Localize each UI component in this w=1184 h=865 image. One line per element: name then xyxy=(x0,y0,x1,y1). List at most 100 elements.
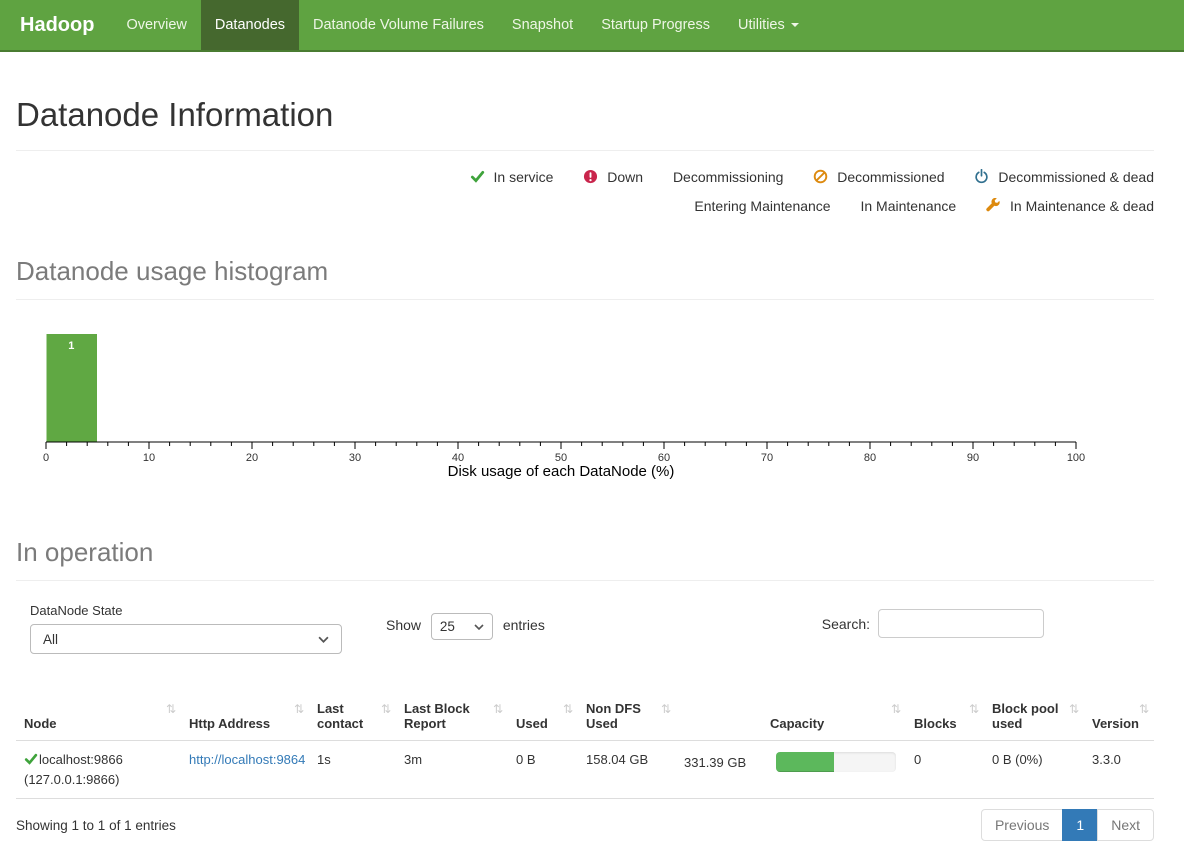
nav-item-startup-progress[interactable]: Startup Progress xyxy=(587,0,724,50)
svg-text:Disk usage of each DataNode (%: Disk usage of each DataNode (%) xyxy=(448,463,675,480)
block-pool-used-cell: 0 B (0%) xyxy=(984,741,1084,799)
nav-label: Datanodes xyxy=(215,17,285,33)
search-label: Search: xyxy=(822,616,870,632)
capacity-usage-bar xyxy=(776,752,896,772)
nav-item-datanode-volume-failures[interactable]: Datanode Volume Failures xyxy=(299,0,498,50)
nav-item-snapshot[interactable]: Snapshot xyxy=(498,0,587,50)
svg-text:30: 30 xyxy=(349,452,361,464)
table-header-row: Node⇅ Http Address⇅ Last contact⇅ Last B… xyxy=(16,693,1154,741)
legend-label: Down xyxy=(607,169,643,185)
nav-label: Snapshot xyxy=(512,17,573,33)
main-nav: Overview Datanodes Datanode Volume Failu… xyxy=(112,0,812,50)
divider xyxy=(16,150,1154,151)
datanode-state-value: All xyxy=(43,632,58,647)
page-title: Datanode Information xyxy=(16,96,1154,134)
table-controls: DataNode State All Show 25 entries Searc… xyxy=(16,601,1154,679)
divider xyxy=(16,299,1154,300)
nav-label: Datanode Volume Failures xyxy=(313,17,484,33)
legend-label: In Maintenance xyxy=(860,198,956,214)
svg-text:0: 0 xyxy=(43,452,49,464)
legend-down: Down xyxy=(583,169,647,185)
datanode-state-label: DataNode State xyxy=(30,603,342,618)
chevron-down-icon xyxy=(318,636,329,643)
last-contact-cell: 1s xyxy=(309,741,396,799)
check-icon xyxy=(470,169,485,184)
svg-text:1: 1 xyxy=(68,340,74,352)
nav-label: Overview xyxy=(126,17,186,33)
sort-icon: ⇅ xyxy=(294,702,304,716)
column-header-last-block-report[interactable]: Last Block Report⇅ xyxy=(396,693,508,741)
svg-text:10: 10 xyxy=(143,452,155,464)
status-legend: In service Down Decommissioning Decommis… xyxy=(16,169,1154,214)
svg-text:100: 100 xyxy=(1067,452,1085,464)
svg-text:90: 90 xyxy=(967,452,979,464)
chevron-down-icon xyxy=(474,624,484,630)
legend-entering-maintenance: Entering Maintenance xyxy=(694,198,834,214)
histogram-section-title: Datanode usage histogram xyxy=(16,256,1154,287)
node-cell: localhost:9866 (127.0.0.1:9866) xyxy=(16,741,181,799)
sort-icon: ⇅ xyxy=(891,702,901,716)
datanodes-table: Node⇅ Http Address⇅ Last contact⇅ Last B… xyxy=(16,693,1154,799)
column-header-block-pool-used[interactable]: Block pool used⇅ xyxy=(984,693,1084,741)
legend-label: Entering Maintenance xyxy=(694,198,830,214)
legend-in-maintenance: In Maintenance xyxy=(860,198,960,214)
column-header-http-address[interactable]: Http Address⇅ xyxy=(181,693,309,741)
chevron-down-icon xyxy=(791,23,799,27)
column-header-non-dfs-used[interactable]: Non DFS Used⇅ xyxy=(578,693,676,741)
legend-label: Decommissioning xyxy=(673,169,783,185)
next-page-button[interactable]: Next xyxy=(1097,809,1154,841)
datanode-state-select[interactable]: All xyxy=(30,624,342,654)
nav-item-datanodes[interactable]: Datanodes xyxy=(201,0,299,50)
http-address-link[interactable]: http://localhost:9864 xyxy=(189,752,305,767)
non-dfs-used-cell: 158.04 GB xyxy=(578,741,676,799)
nav-label: Startup Progress xyxy=(601,17,710,33)
sort-icon: ⇅ xyxy=(661,702,671,716)
legend-label: In Maintenance & dead xyxy=(1010,198,1154,214)
capacity-value: 331.39 GB xyxy=(684,755,762,770)
version-cell: 3.3.0 xyxy=(1084,741,1154,799)
blocks-cell: 0 xyxy=(906,741,984,799)
sort-icon: ⇅ xyxy=(166,702,176,716)
nav-item-utilities[interactable]: Utilities xyxy=(724,0,813,50)
svg-text:20: 20 xyxy=(246,452,258,464)
show-label: Show xyxy=(386,617,421,633)
legend-decommissioned-dead: Decommissioned & dead xyxy=(974,169,1154,185)
used-cell: 0 B xyxy=(508,741,578,799)
sort-icon: ⇅ xyxy=(493,702,503,716)
legend-label: Decommissioned & dead xyxy=(998,169,1154,185)
column-header-used[interactable]: Used⇅ xyxy=(508,693,578,741)
node-address: localhost:9866 xyxy=(39,752,123,767)
legend-decommissioned: Decommissioned xyxy=(813,169,948,185)
sort-icon: ⇅ xyxy=(381,702,391,716)
column-header-blocks[interactable]: Blocks⇅ xyxy=(906,693,984,741)
legend-decommissioning: Decommissioning xyxy=(673,169,787,185)
page-length-control: Show 25 entries xyxy=(386,613,545,640)
legend-label: In service xyxy=(494,169,554,185)
legend-in-service: In service xyxy=(470,169,558,185)
pagination: Previous 1 Next xyxy=(982,809,1154,841)
brand-hadoop[interactable]: Hadoop xyxy=(0,0,112,50)
operation-section-title: In operation xyxy=(16,537,1154,568)
page-1-button[interactable]: 1 xyxy=(1062,809,1098,841)
column-header-capacity[interactable]: Capacity⇅ xyxy=(676,693,906,741)
search-control: Search: xyxy=(822,609,1044,638)
previous-page-button[interactable]: Previous xyxy=(981,809,1063,841)
table-info: Showing 1 to 1 of 1 entries xyxy=(16,818,176,833)
datanode-state-filter: DataNode State All xyxy=(30,603,342,654)
power-icon xyxy=(974,169,989,184)
usage-histogram-chart: 10102030405060708090100Disk usage of eac… xyxy=(16,330,1154,482)
nav-label: Utilities xyxy=(738,17,785,33)
nav-item-overview[interactable]: Overview xyxy=(112,0,200,50)
search-input[interactable] xyxy=(878,609,1044,638)
exclamation-circle-icon xyxy=(583,169,598,184)
entries-label: entries xyxy=(503,617,545,633)
legend-label: Decommissioned xyxy=(837,169,944,185)
ban-circle-icon xyxy=(813,169,828,184)
column-header-version[interactable]: Version⇅ xyxy=(1084,693,1154,741)
column-header-node[interactable]: Node⇅ xyxy=(16,693,181,741)
in-service-check-icon xyxy=(24,752,38,766)
sort-icon: ⇅ xyxy=(563,702,573,716)
last-block-report-cell: 3m xyxy=(396,741,508,799)
column-header-last-contact[interactable]: Last contact⇅ xyxy=(309,693,396,741)
page-length-select[interactable]: 25 xyxy=(431,613,493,640)
